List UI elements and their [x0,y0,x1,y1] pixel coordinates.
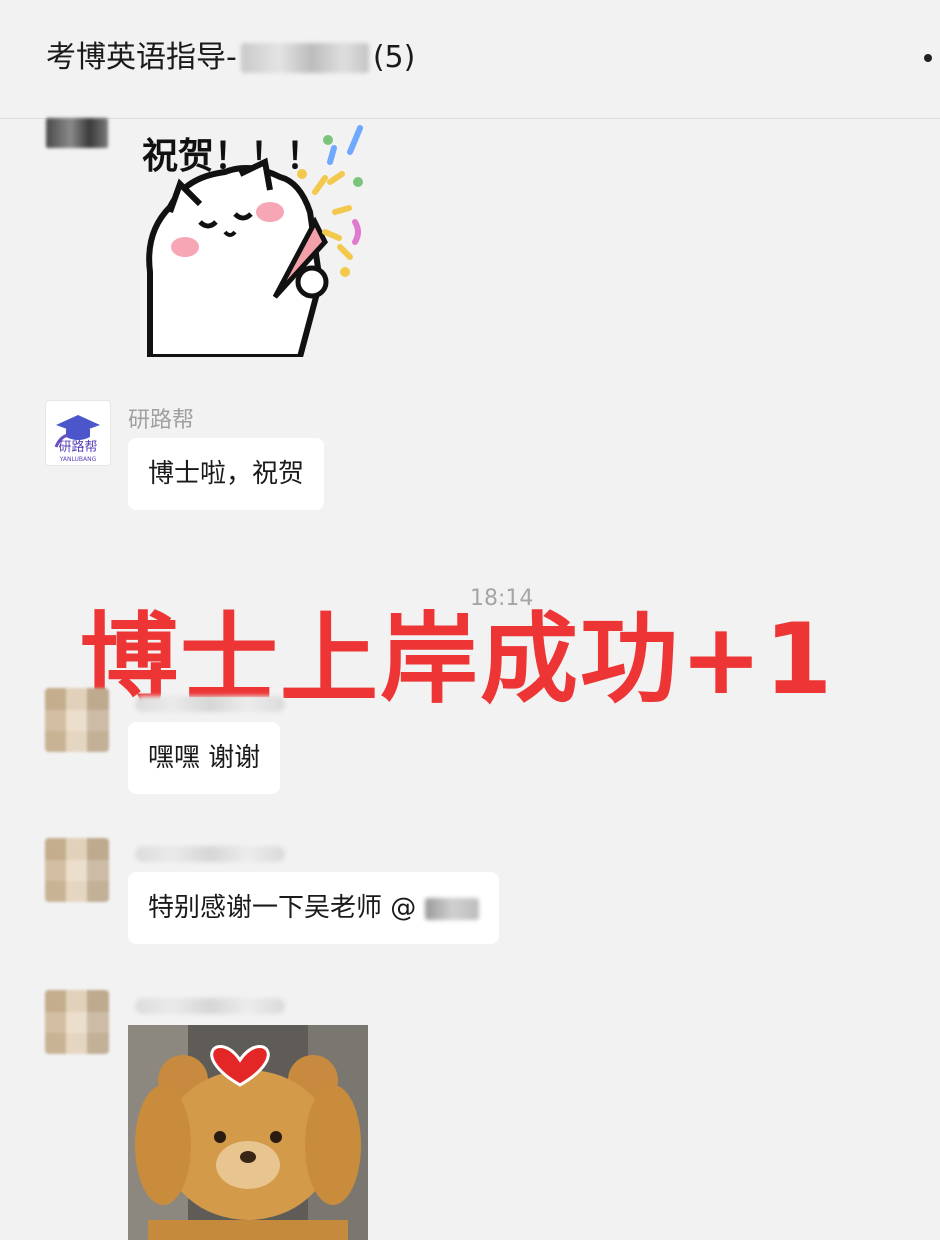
avatar[interactable] [45,838,109,902]
blurred-sender-name [135,846,285,862]
blurred-group-name [240,43,369,73]
message-bubble[interactable]: 特别感谢一下吴老师 @ [128,872,499,944]
message-bubble[interactable]: 博士啦，祝贺 [128,438,325,510]
blurred-sender-name [135,998,285,1014]
message-bubble[interactable]: 嘿嘿 谢谢 [128,722,281,794]
message-text: 特别感谢一下吴老师 @ [148,893,417,923]
avatar[interactable] [45,688,109,752]
avatar[interactable] [46,118,108,148]
teddy-bear-heart-icon [128,1025,368,1240]
chat-title[interactable]: 考博英语指导- (5) [46,38,415,78]
chat-title-prefix: 考博英语指导- [46,40,237,75]
blurred-sender-name [135,696,285,712]
svg-text:YANLUBANG: YANLUBANG [59,456,97,463]
svg-text:研路帮: 研路帮 [58,439,97,455]
chat-header: 考博英语指导- (5) [0,0,940,119]
avatar[interactable] [45,990,109,1054]
sender-name: 研路帮 [128,408,195,433]
more-options-icon[interactable] [924,54,932,62]
avatar-yanlubang[interactable]: 研路帮 YANLUBANG [45,400,111,466]
yanlubang-logo-icon: 研路帮 YANLUBANG [54,415,100,463]
member-count: (5) [372,40,416,75]
celebration-sticker[interactable]: 祝贺！！！ [130,122,370,360]
image-message[interactable] [128,1025,368,1240]
blurred-mention [424,897,479,920]
cat-party-popper-icon: 祝贺！！！ [142,125,363,360]
